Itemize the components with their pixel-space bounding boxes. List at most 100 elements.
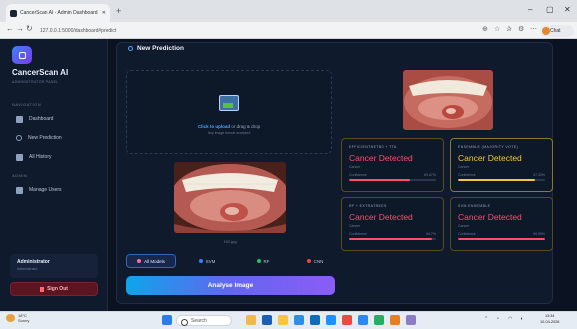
user-role: Administrator	[17, 267, 38, 271]
confidence-label: Confidence	[349, 173, 367, 177]
sidebar-item-new-prediction[interactable]: New Prediction	[8, 131, 102, 145]
minimize-icon[interactable]: –	[528, 5, 532, 14]
app-green-icon[interactable]	[374, 315, 384, 325]
app-orange-icon[interactable]	[390, 315, 400, 325]
result-card-svm-ensemble: SVM ENSEMBLE Cancer Detected Cancer Conf…	[450, 197, 553, 251]
url-field[interactable]: 127.0.0.1:5000/dashboard#predict	[36, 25, 466, 37]
forward-icon[interactable]: →	[16, 24, 24, 33]
file-explorer-icon[interactable]	[278, 315, 288, 325]
tab-svm[interactable]: SVM	[182, 254, 232, 268]
model-name: RF + EXTRATREES	[349, 204, 387, 208]
model-name: EFFICIENTNETB0 + TTA	[349, 145, 397, 149]
confidence-value: 97.33%	[533, 173, 545, 177]
zoom-icon[interactable]: ⊕	[482, 25, 488, 33]
upload-instructions: Click to upload or drag & drop	[126, 124, 332, 129]
model-dot-icon	[137, 259, 142, 263]
extensions-icon[interactable]: ⚙	[518, 25, 524, 33]
search-icon	[16, 135, 22, 141]
tab-label: SVM	[205, 258, 216, 264]
maximize-icon[interactable]: ▢	[546, 5, 554, 14]
confidence-bar	[458, 179, 545, 181]
new-tab-button[interactable]: +	[116, 6, 121, 16]
confidence-bar	[458, 238, 545, 240]
users-icon	[16, 186, 23, 194]
confidence-label: Confidence	[458, 173, 476, 177]
profile-button[interactable]: Chat	[540, 25, 574, 37]
upload-link[interactable]: Click to upload	[198, 124, 230, 129]
start-icon[interactable]	[162, 315, 172, 325]
sign-out-button[interactable]: Sign Out	[10, 282, 98, 296]
back-icon[interactable]: ←	[6, 24, 14, 33]
more-icon[interactable]: ⋯	[530, 25, 537, 33]
volume-icon[interactable]: ◖	[520, 316, 523, 322]
tab-label: RF	[263, 258, 270, 264]
vscode-icon[interactable]	[310, 315, 320, 325]
chrome-icon[interactable]	[342, 315, 352, 325]
mail-icon[interactable]	[358, 315, 368, 325]
network-icon[interactable]: ◔	[496, 316, 499, 322]
tab-rf[interactable]: RF	[238, 254, 288, 268]
confidence-bar	[349, 179, 436, 181]
confidence-bar-fill	[458, 179, 535, 181]
prediction-class: Cancer	[458, 165, 470, 169]
upload-dropzone[interactable]	[126, 70, 332, 154]
upload-format-hint: Any image format accepted	[207, 131, 251, 135]
tab-cnn[interactable]: CNN	[290, 254, 340, 268]
prediction-result: Cancer Detected	[458, 212, 522, 222]
sign-out-label: Sign Out	[47, 286, 68, 292]
list-icon	[16, 153, 23, 161]
app-purple-icon[interactable]	[406, 315, 416, 325]
wifi-icon[interactable]: ◠	[508, 316, 512, 322]
close-window-icon[interactable]: ✕	[564, 5, 571, 14]
confidence-bar-fill	[349, 238, 432, 240]
image-upload-icon	[219, 95, 239, 111]
prediction-class: Cancer	[349, 224, 361, 228]
favicon-icon	[10, 9, 17, 17]
confidence-label: Confidence	[458, 232, 476, 236]
confidence-value: 94.7%	[426, 232, 436, 236]
tab-label: CNN	[313, 258, 324, 264]
clock[interactable]: 13:34 10-04-2026	[540, 313, 559, 325]
nav-section-label: NAVIGATION	[12, 102, 42, 107]
task-view-icon[interactable]	[262, 315, 272, 325]
chevron-up-icon[interactable]: ⌃	[484, 316, 488, 322]
sidebar-item-all-history[interactable]: All History	[8, 150, 102, 164]
result-image-thumbnail	[403, 70, 493, 130]
confidence-value: 99.99%	[533, 232, 545, 236]
sign-out-icon	[40, 286, 45, 292]
taskbar-search[interactable]: Search	[176, 315, 232, 326]
weather-desc: Sunny	[18, 318, 30, 323]
sun-icon	[6, 314, 15, 322]
bookmark-star-icon[interactable]: ☆	[494, 25, 500, 33]
model-dot-icon	[198, 259, 203, 263]
close-tab-icon[interactable]: ✕	[102, 10, 106, 16]
result-card-ensemble: ENSEMBLE (MAJORITY VOTE) Cancer Detected…	[450, 138, 553, 192]
prediction-class: Cancer	[458, 224, 470, 228]
result-card-efficientnet: EFFICIENTNETB0 + TTA Cancer Detected Can…	[341, 138, 444, 192]
taskbar-app-icon[interactable]	[246, 315, 256, 325]
brand-name: CancerScan AI	[12, 68, 69, 77]
clock-date: 10-04-2026	[540, 320, 560, 324]
upload-text: or drag & drop	[231, 124, 261, 129]
confidence-bar-fill	[349, 179, 410, 181]
uploaded-filename: 192.jpg	[223, 239, 237, 244]
analyse-image-button[interactable]: Analyse Image	[126, 276, 335, 295]
model-name: ENSEMBLE (MAJORITY VOTE)	[458, 145, 519, 149]
brand-subtitle: ADMINISTRATOR PANEL	[12, 80, 59, 84]
sidebar-item-manage-users[interactable]: Manage Users	[8, 183, 102, 197]
weather-widget[interactable]: 18°C Sunny	[6, 313, 29, 323]
uploaded-image-preview	[174, 162, 286, 233]
prediction-class: Cancer	[349, 165, 361, 169]
prediction-result: Cancer Detected	[458, 153, 522, 163]
browser-tab[interactable]: CancerScan AI - Admin Dashboard ✕	[6, 4, 110, 22]
edge-icon[interactable]	[294, 315, 304, 325]
sidebar-item-dashboard[interactable]: Dashboard	[8, 112, 102, 126]
browser-tab-title: CancerScan AI - Admin Dashboard	[20, 10, 98, 16]
store-icon[interactable]	[326, 315, 336, 325]
tab-all-models[interactable]: All Models	[126, 254, 176, 268]
confidence-bar-fill	[458, 238, 545, 240]
sidebar-item-label: Dashboard	[29, 116, 54, 122]
favorites-icon[interactable]: ✰	[506, 25, 512, 33]
reload-icon[interactable]: ↻	[26, 24, 33, 33]
model-dot-icon	[306, 259, 311, 263]
